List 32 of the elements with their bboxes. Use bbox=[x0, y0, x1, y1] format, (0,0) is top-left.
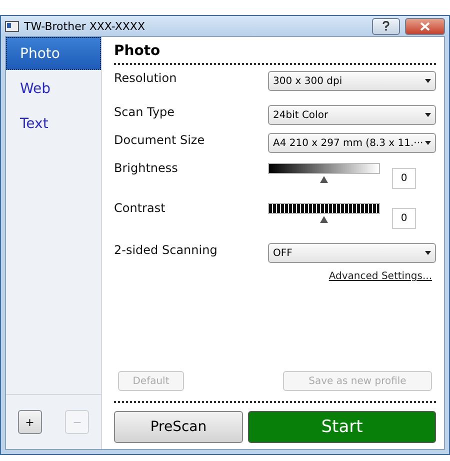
help-icon bbox=[382, 21, 390, 31]
dropdown-arrow-icon bbox=[425, 251, 431, 255]
help-button[interactable] bbox=[372, 18, 400, 34]
advanced-settings-link[interactable]: Advanced Settings... bbox=[328, 271, 432, 282]
app-icon bbox=[5, 20, 19, 32]
close-button[interactable] bbox=[405, 18, 445, 34]
setting-label: Resolution bbox=[114, 71, 178, 85]
dropdown-arrow-icon bbox=[425, 113, 431, 117]
sidebar-item[interactable]: Web bbox=[6, 72, 101, 105]
setting-label: Brightness bbox=[114, 161, 179, 175]
prescan-button[interactable]: PreScan bbox=[114, 411, 243, 443]
dropdown-arrow-icon bbox=[425, 79, 431, 83]
panel-title: Photo bbox=[114, 37, 436, 65]
window-title: TW-Brother XXX-XXXX bbox=[24, 20, 146, 32]
dropdown[interactable]: 300 x 300 dpi bbox=[268, 71, 436, 91]
value-field[interactable]: 0 bbox=[392, 208, 416, 229]
sidebar-item[interactable]: Photo bbox=[6, 37, 101, 70]
dropdown-arrow-icon bbox=[425, 141, 431, 145]
setting-label: Contrast bbox=[114, 201, 166, 215]
close-icon bbox=[420, 22, 430, 30]
slider-thumb[interactable] bbox=[320, 176, 328, 183]
setting-label: Scan Type bbox=[114, 105, 176, 119]
value-field[interactable]: 0 bbox=[392, 168, 416, 189]
sidebar-item[interactable]: Text bbox=[6, 107, 101, 140]
dropdown[interactable]: A4 210 x 297 mm (8.3 x 11.··· bbox=[268, 133, 436, 153]
dropdown[interactable]: 24bit Color bbox=[268, 105, 436, 125]
slider-thumb[interactable] bbox=[320, 216, 328, 223]
add-button[interactable]: + bbox=[18, 410, 42, 434]
start-button[interactable]: Start bbox=[248, 411, 436, 443]
setting-label: 2-sided Scanning bbox=[114, 243, 218, 257]
dropdown[interactable]: OFF bbox=[268, 243, 436, 263]
setting-label: Document Size bbox=[114, 133, 206, 147]
